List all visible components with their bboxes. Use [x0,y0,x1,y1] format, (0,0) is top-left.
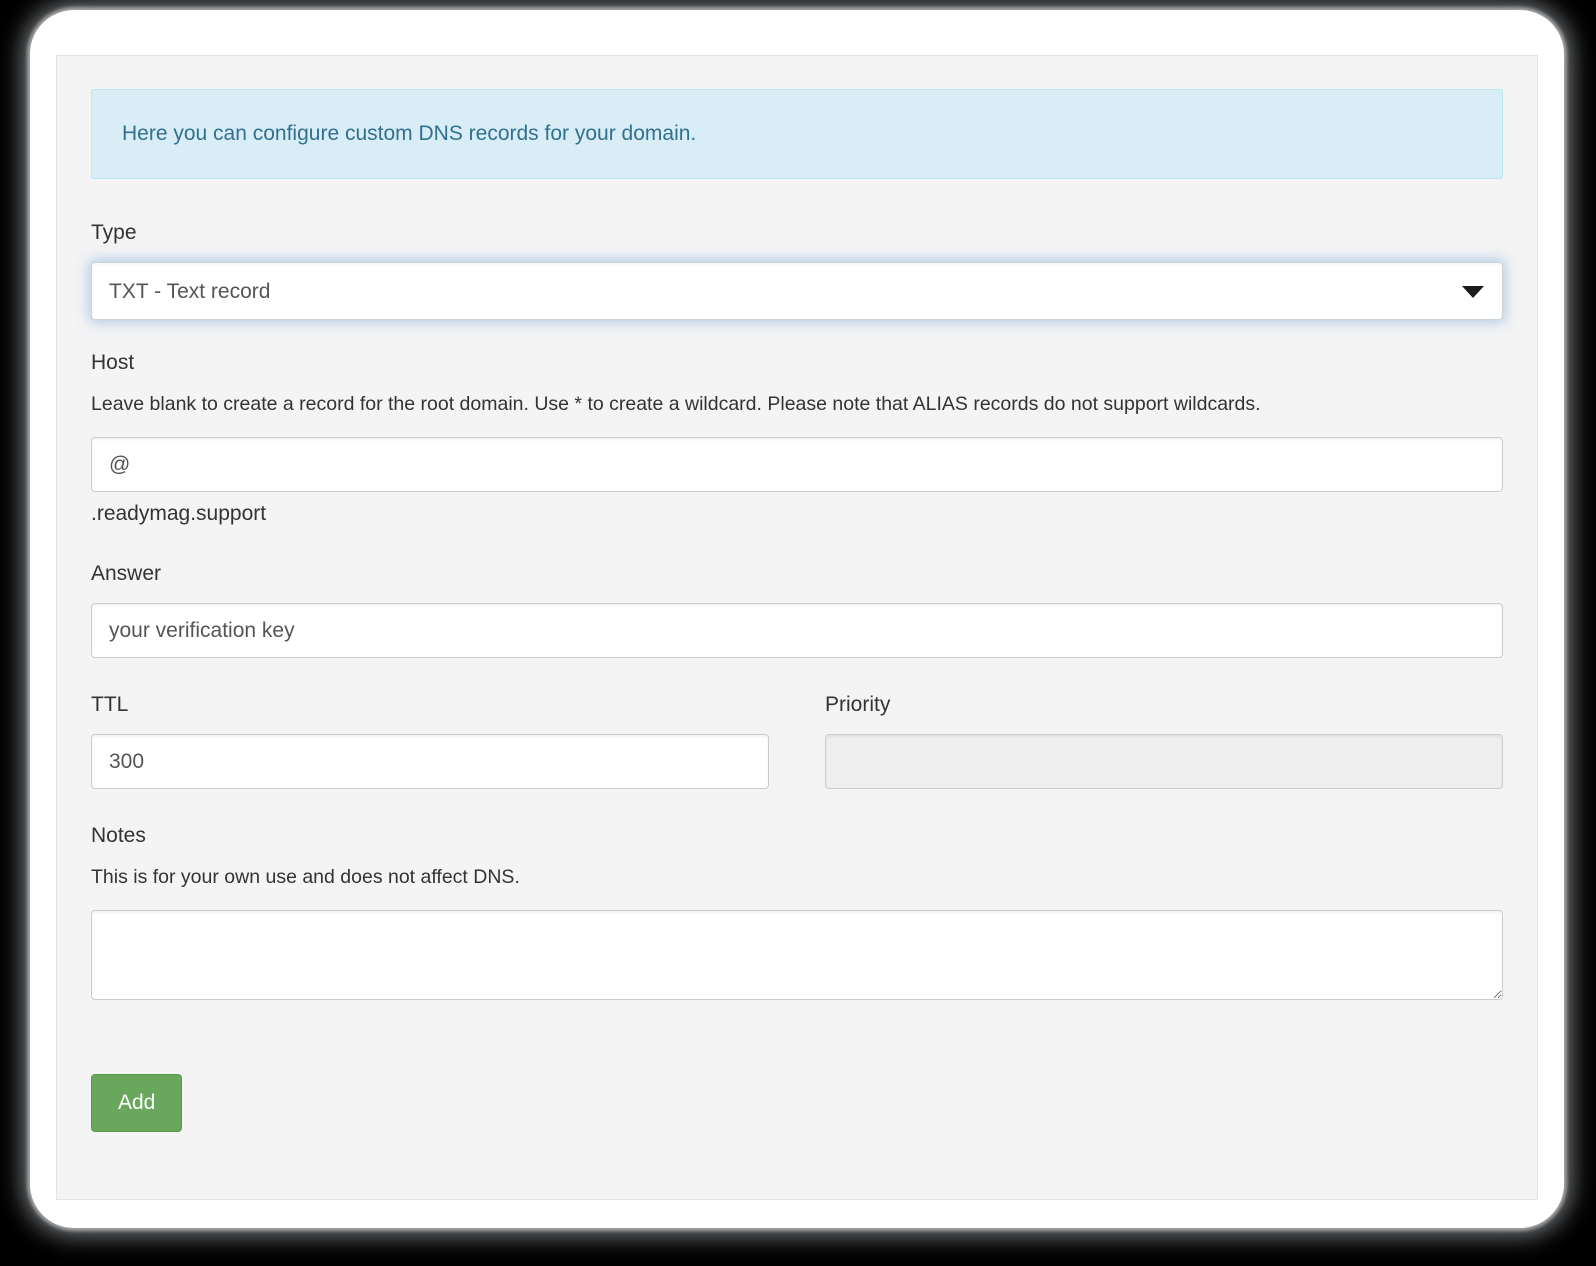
notes-field-group: Notes This is for your own use and does … [91,822,1503,1000]
notes-textarea[interactable] [91,910,1503,1000]
notes-help-text: This is for your own use and does not af… [91,865,1503,889]
priority-input [825,734,1503,789]
answer-field-group: Answer [91,560,1503,658]
ttl-label: TTL [91,691,769,718]
app-window: Here you can configure custom DNS record… [30,10,1564,1228]
type-label: Type [91,219,1503,246]
answer-label: Answer [91,560,1503,587]
info-banner: Here you can configure custom DNS record… [91,89,1503,179]
ttl-field-group: TTL [91,691,769,789]
host-domain-suffix: .readymag.support [91,501,1503,527]
host-input[interactable] [91,437,1503,492]
answer-input[interactable] [91,603,1503,658]
priority-label: Priority [825,691,1503,718]
type-select-wrap: TXT - Text record [91,262,1503,320]
info-banner-text: Here you can configure custom DNS record… [122,122,696,145]
add-button[interactable]: Add [91,1074,182,1132]
priority-field-group: Priority [825,691,1503,789]
host-help-text: Leave blank to create a record for the r… [91,392,1503,416]
type-select[interactable]: TXT - Text record [91,262,1503,320]
host-field-group: Host Leave blank to create a record for … [91,349,1503,527]
type-field-group: Type TXT - Text record [91,219,1503,320]
ttl-priority-row: TTL Priority [91,691,1503,789]
dns-settings-panel: Here you can configure custom DNS record… [56,55,1538,1200]
ttl-input[interactable] [91,734,769,789]
host-label: Host [91,349,1503,376]
notes-label: Notes [91,822,1503,849]
